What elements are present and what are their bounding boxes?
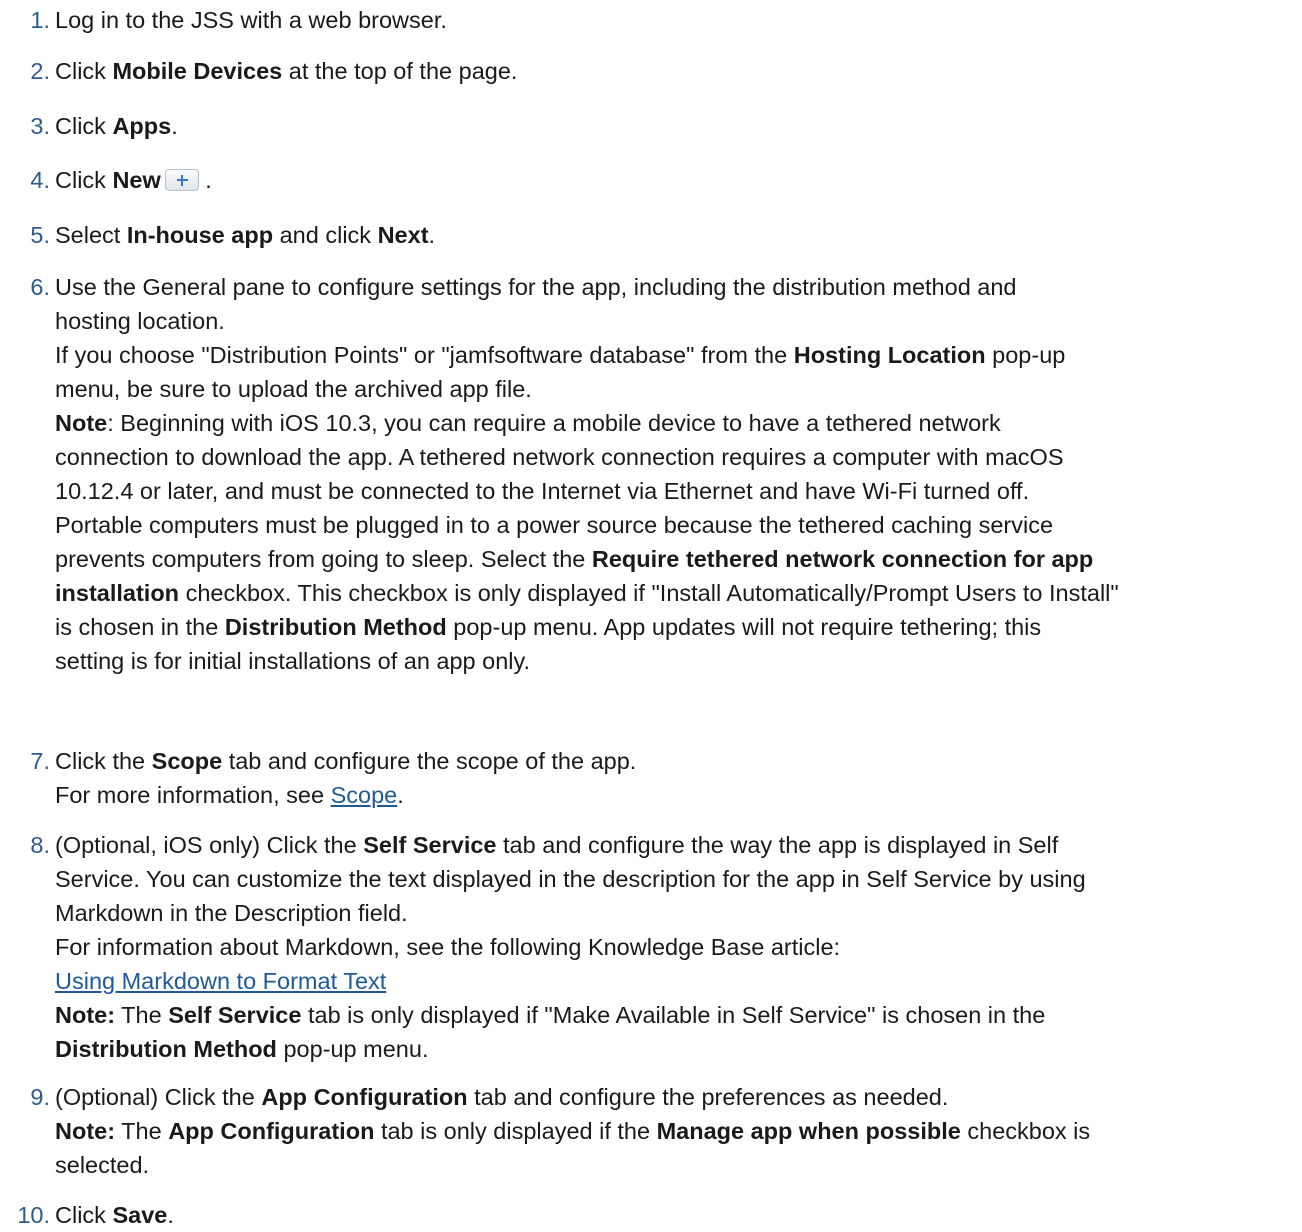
step-number: 3. [30, 113, 50, 139]
step-number: 8. [30, 832, 50, 858]
note-label: Note [55, 410, 108, 436]
step-text: Select In-house app and click Next. [55, 222, 436, 248]
markdown-kb-link[interactable]: Using Markdown to Format Text [55, 968, 386, 994]
step-number: 10. [17, 1202, 50, 1228]
step-number: 4. [30, 167, 50, 193]
step-number: 9. [30, 1084, 50, 1110]
step-text: Click New . [55, 167, 212, 193]
step-number: 1. [30, 7, 50, 33]
ui-label-manage-app: Manage app when possible [656, 1118, 961, 1144]
step-text: Log in to the JSS with a web browser. [55, 7, 447, 33]
ui-label-mobile-devices: Mobile Devices [112, 58, 283, 84]
ui-label-require-tethered: Require tethered network connection for … [591, 546, 1094, 572]
ui-label-self-service: Self Service [363, 832, 497, 858]
ui-label-apps: Apps [112, 113, 172, 139]
ui-label-app-configuration: App Configuration [261, 1084, 468, 1110]
step-text: Use the General pane to configure settin… [55, 274, 1119, 674]
step-text: Click Apps. [55, 113, 178, 139]
note-label: Note: [55, 1002, 116, 1028]
note-label: Note: [55, 1118, 116, 1144]
step-number: 7. [30, 748, 50, 774]
ui-label-scope: Scope [151, 748, 223, 774]
step-number: 5. [30, 222, 50, 248]
step-text: Click the Scope tab and configure the sc… [55, 748, 637, 808]
ui-label-new: New [112, 167, 161, 193]
step-text: (Optional) Click the App Configuration t… [55, 1084, 1091, 1178]
step-number: 2. [30, 58, 50, 84]
ui-label-in-house-app: In-house app [126, 222, 274, 248]
step-text: Click Save. [55, 1202, 174, 1228]
scope-link[interactable]: Scope [331, 782, 398, 808]
step-text: (Optional, iOS only) Click the Self Serv… [55, 832, 1086, 1062]
step-text: Click Mobile Devices at the top of the p… [55, 58, 518, 84]
ui-label-save: Save [112, 1202, 168, 1228]
ui-label-next: Next [377, 222, 429, 248]
plus-button-icon [164, 169, 199, 191]
ui-label-distribution-method: Distribution Method [224, 614, 447, 640]
ui-label-hosting-location: Hosting Location [793, 342, 986, 368]
step-number: 6. [30, 274, 50, 300]
